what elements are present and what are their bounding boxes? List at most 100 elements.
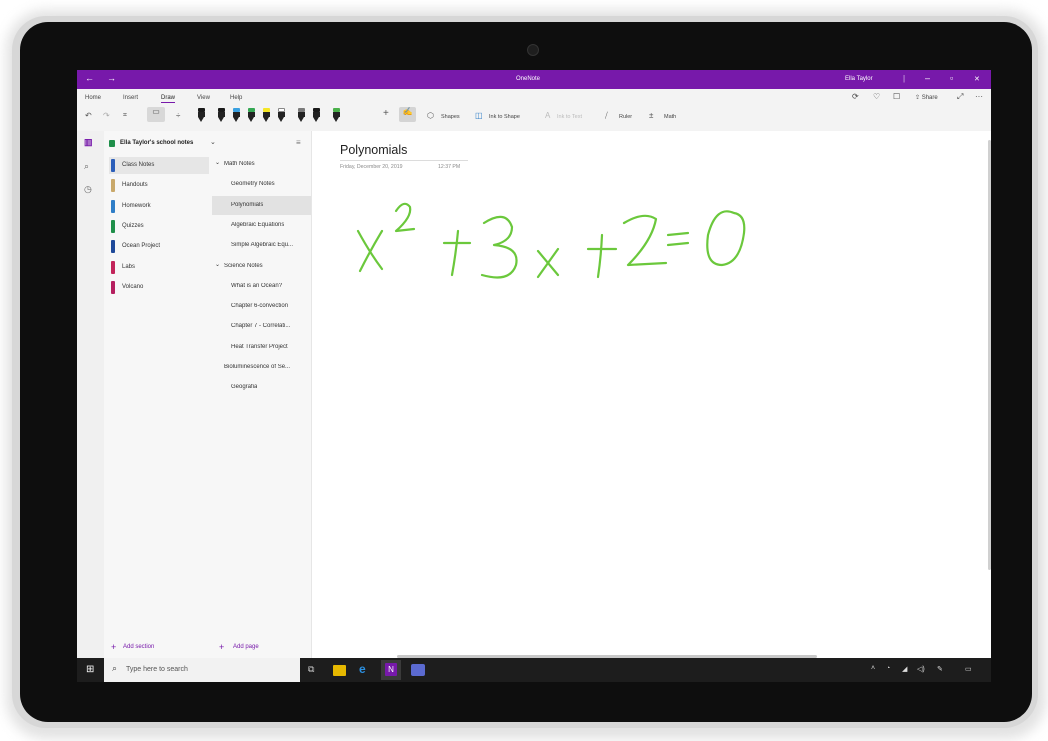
- chevron-down-icon[interactable]: ⌄: [210, 138, 216, 146]
- notebook-name[interactable]: Ella Taylor's school notes: [120, 140, 193, 146]
- section-item[interactable]: Class Notes: [109, 157, 209, 174]
- math-icon[interactable]: ±: [649, 111, 653, 120]
- wifi-icon[interactable]: ◢: [902, 665, 907, 673]
- page-item[interactable]: Geometry Notes: [212, 175, 311, 194]
- share-button[interactable]: ⇪ Share: [915, 94, 938, 101]
- restore-button[interactable]: ▫: [950, 73, 953, 83]
- page-item[interactable]: What is an Ocean?: [212, 277, 311, 296]
- lasso-select-icon[interactable]: ⌗: [123, 112, 127, 120]
- edge-icon[interactable]: e: [359, 662, 375, 678]
- pen-7-icon[interactable]: [298, 108, 305, 122]
- page-label: Polynomials: [231, 201, 264, 208]
- ruler-icon[interactable]: ⧸: [605, 111, 608, 121]
- action-center-icon[interactable]: ▭: [965, 665, 972, 673]
- page-item[interactable]: Polynomials: [212, 195, 311, 215]
- teams-icon[interactable]: [411, 664, 425, 676]
- pen-icon[interactable]: ✎: [937, 665, 943, 673]
- page-item[interactable]: Geografia: [212, 378, 311, 397]
- section-item[interactable]: Volcano: [109, 279, 209, 296]
- pen-6-icon[interactable]: [278, 108, 285, 122]
- page-item[interactable]: Algebraic Equations: [212, 216, 311, 235]
- add-section-button[interactable]: Add section: [123, 644, 154, 650]
- sort-icon[interactable]: ≡: [296, 138, 301, 147]
- file-explorer-icon[interactable]: [333, 665, 346, 676]
- handwritten-equation[interactable]: [352, 191, 772, 291]
- add-pen-icon[interactable]: +: [383, 108, 389, 119]
- section-item[interactable]: Quizzes: [109, 218, 209, 235]
- tab-help[interactable]: Help: [230, 95, 242, 101]
- pen-2-icon[interactable]: [218, 108, 225, 122]
- pen-1-icon[interactable]: [198, 108, 205, 122]
- search-icon[interactable]: ⌕: [84, 161, 89, 172]
- pen-5-icon[interactable]: [263, 108, 270, 122]
- windows-start-icon[interactable]: ⊞: [86, 664, 94, 675]
- chevron-up-icon[interactable]: ˄: [871, 665, 875, 672]
- notebooks-icon[interactable]: ▥: [84, 137, 93, 148]
- section-color-tab: [111, 179, 115, 193]
- redo-icon[interactable]: ↷: [103, 111, 110, 120]
- minimize-button[interactable]: –: [925, 73, 930, 83]
- more-options-icon[interactable]: ···: [975, 92, 983, 101]
- network-icon[interactable]: ◔: [886, 665, 890, 672]
- add-page-icon[interactable]: +: [219, 642, 224, 652]
- tab-home[interactable]: Home: [85, 95, 101, 101]
- page-group-header[interactable]: ⌄ Math Notes: [212, 155, 311, 174]
- math-label[interactable]: Math: [664, 114, 676, 120]
- taskbar-search[interactable]: ⌕ Type here to search: [104, 658, 300, 682]
- pen-4-icon[interactable]: [248, 108, 255, 122]
- vertical-scrollbar[interactable]: [988, 140, 991, 570]
- type-select-icon[interactable]: ▭: [147, 107, 165, 122]
- section-label: Handouts: [122, 182, 148, 189]
- page-item[interactable]: Simple Algebraic Equ...: [212, 236, 311, 255]
- section-label: Labs: [122, 263, 136, 270]
- pen-9-icon[interactable]: [333, 108, 340, 122]
- chevron-down-icon[interactable]: ⌄: [215, 159, 220, 166]
- tab-draw[interactable]: Draw: [161, 95, 176, 103]
- task-view-icon[interactable]: ⧉: [308, 664, 324, 680]
- add-space-icon[interactable]: ÷: [176, 111, 180, 120]
- section-item[interactable]: Handouts: [109, 177, 209, 194]
- pen-8-icon[interactable]: [313, 108, 320, 122]
- tab-view[interactable]: View: [197, 95, 210, 101]
- section-item[interactable]: Labs: [109, 259, 209, 276]
- section-color-tab: [111, 260, 115, 274]
- volume-icon[interactable]: ◁): [917, 665, 925, 673]
- ink-replay-icon[interactable]: ✍: [399, 107, 416, 122]
- shapes-icon[interactable]: ⬡: [427, 111, 434, 120]
- ink-to-shape-label[interactable]: Ink to Shape: [489, 114, 520, 120]
- notifications-icon[interactable]: ☐: [893, 92, 900, 101]
- ruler-label[interactable]: Ruler: [619, 114, 632, 120]
- section-item[interactable]: Homework: [109, 198, 209, 215]
- close-button[interactable]: ✕: [974, 75, 980, 83]
- page-title[interactable]: Polynomials: [340, 143, 407, 157]
- forward-icon[interactable]: →: [107, 73, 116, 83]
- sync-icon[interactable]: ⟳: [852, 92, 859, 101]
- lightbulb-icon[interactable]: ♡: [873, 92, 880, 101]
- page-item[interactable]: Chapter 6-convection: [212, 297, 311, 316]
- add-section-icon[interactable]: +: [111, 642, 116, 652]
- notebook-header[interactable]: Ella Taylor's school notes ⌄ ≡: [104, 131, 311, 155]
- ink-to-shape-icon[interactable]: ◫: [475, 111, 483, 120]
- recent-icon[interactable]: ◷: [84, 184, 92, 195]
- chevron-down-icon[interactable]: ⌄: [215, 261, 220, 268]
- page-item[interactable]: Heat Transfer Project: [212, 338, 311, 357]
- section-item[interactable]: Ocean Project: [109, 238, 209, 255]
- pen-3-icon[interactable]: [233, 108, 240, 122]
- page-group-header[interactable]: ⌄ Science Notes: [212, 257, 311, 276]
- back-icon[interactable]: ←: [85, 73, 94, 83]
- search-placeholder[interactable]: Type here to search: [126, 666, 188, 673]
- undo-icon[interactable]: ↶: [85, 111, 92, 120]
- section-color-tab: [111, 219, 115, 233]
- shapes-label[interactable]: Shapes: [441, 114, 460, 120]
- page-canvas[interactable]: Polynomials Friday, December 20, 2019 12…: [312, 131, 991, 658]
- pages-panel: ⌄ Math Notes Geometry Notes Polynomials Alge…: [212, 131, 312, 658]
- tab-insert[interactable]: Insert: [123, 95, 138, 101]
- user-name[interactable]: Ella Taylor: [845, 76, 873, 82]
- page-label: Heat Transfer Project: [231, 343, 288, 350]
- onenote-taskbar-button[interactable]: N: [381, 660, 401, 680]
- add-page-button[interactable]: Add page: [233, 644, 259, 650]
- page-item[interactable]: Bioluminescence of Se...: [212, 358, 311, 377]
- expand-icon[interactable]: ⤢: [957, 92, 963, 102]
- screen: ← → OneNote Ella Taylor | – ▫ ✕ Home Ins…: [77, 70, 991, 682]
- page-item[interactable]: Chapter 7 - Correlati...: [212, 317, 311, 336]
